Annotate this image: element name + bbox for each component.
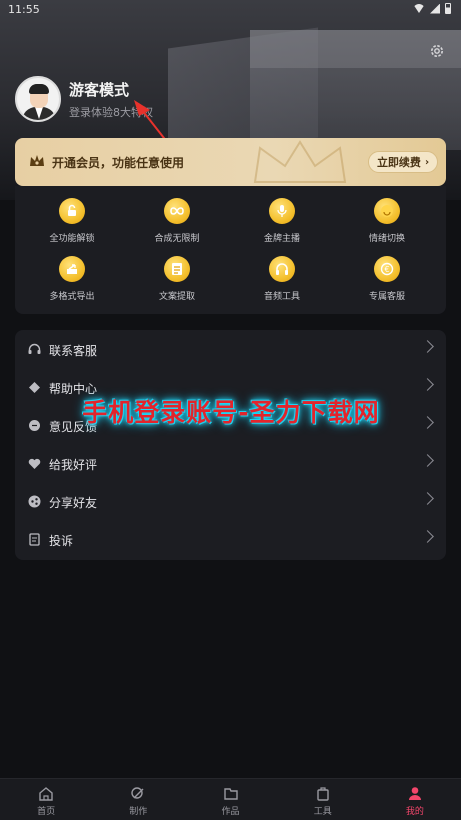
heart-icon xyxy=(28,458,41,469)
tab-home[interactable]: 首页 xyxy=(0,779,92,820)
menu-label: 投诉 xyxy=(49,534,74,548)
service-icon: € xyxy=(374,256,400,282)
feature-label: 文案提取 xyxy=(158,292,195,302)
settings-button[interactable] xyxy=(428,42,446,60)
feature-label: 合成无限制 xyxy=(154,234,200,244)
chevron-right-icon xyxy=(421,416,434,429)
status-bar: 11:55 xyxy=(0,0,461,20)
profile-name: 游客模式 xyxy=(69,80,130,99)
document-icon xyxy=(164,256,190,282)
chevron-right-icon xyxy=(421,378,434,391)
tab-mine[interactable]: 我的 xyxy=(369,779,461,820)
signal-icon xyxy=(430,3,440,14)
feature-item[interactable]: 多格式导出 xyxy=(20,256,124,308)
watermark-text: 手机登录账号-圣力下载网 xyxy=(82,398,380,427)
tab-label: 我的 xyxy=(405,807,424,817)
feature-label: 音频工具 xyxy=(263,292,300,302)
feature-item[interactable]: € 专属客服 xyxy=(335,256,439,308)
tab-tools[interactable]: 工具 xyxy=(277,779,369,820)
renew-button[interactable]: 立即续费 › xyxy=(368,151,438,173)
tab-label: 作品 xyxy=(221,807,240,817)
chevron-right-icon xyxy=(421,492,434,505)
renew-button-label: 立即续费 xyxy=(376,156,421,169)
profile-info: 游客模式 登录体验8大特权 xyxy=(69,79,153,120)
menu-label: 联系客服 xyxy=(49,344,98,358)
menu-item-share[interactable]: 分享好友 xyxy=(15,482,446,520)
headset-icon xyxy=(28,343,41,354)
feature-label: 多格式导出 xyxy=(49,292,95,302)
vip-promo-text: 开通会员，功能任意使用 xyxy=(52,156,185,170)
vip-banner[interactable]: 开通会员，功能任意使用 立即续费 › xyxy=(15,138,446,186)
tab-label: 工具 xyxy=(313,807,332,817)
export-icon xyxy=(59,256,85,282)
profile-card[interactable]: 游客模式 登录体验8大特权 xyxy=(15,75,153,123)
feature-label: 金牌主播 xyxy=(263,234,300,244)
status-icons xyxy=(413,3,451,14)
tab-label: 制作 xyxy=(129,807,148,817)
crown-icon xyxy=(30,155,44,166)
share-icon xyxy=(28,495,41,508)
crown-watermark-icon xyxy=(253,140,347,183)
feature-item[interactable]: 文案提取 xyxy=(125,256,229,308)
bottom-tab-bar: 首页 制作 作品 工具 我的 xyxy=(0,778,461,820)
feature-label: 情绪切换 xyxy=(368,234,405,244)
feature-grid: 全功能解锁 合成无限制 金牌主播 情绪切换 多格式导出 文案提取 音频工具 € … xyxy=(15,186,446,314)
lock-icon xyxy=(59,198,85,224)
feedback-icon xyxy=(29,420,40,431)
folder-icon xyxy=(222,785,240,801)
profile-subtitle[interactable]: 登录体验8大特权 xyxy=(69,104,153,120)
battery-icon xyxy=(445,3,451,14)
svg-text:€: € xyxy=(384,265,389,274)
feature-item[interactable]: 情绪切换 xyxy=(335,198,439,250)
help-icon xyxy=(29,382,40,393)
tab-label: 首页 xyxy=(37,807,56,817)
create-icon xyxy=(129,785,147,801)
wifi-icon xyxy=(413,4,425,13)
microphone-icon xyxy=(269,198,295,224)
feature-label: 专属客服 xyxy=(368,292,405,302)
chevron-right-icon xyxy=(421,340,434,353)
gear-icon xyxy=(431,45,443,57)
menu-item-complaint[interactable]: 投诉 xyxy=(15,520,446,558)
feature-item[interactable]: 金牌主播 xyxy=(230,198,334,250)
home-icon xyxy=(37,785,55,801)
menu-item-rate-us[interactable]: 给我好评 xyxy=(15,444,446,482)
menu-label: 给我好评 xyxy=(49,458,98,472)
status-time: 11:55 xyxy=(8,3,40,16)
tab-create[interactable]: 制作 xyxy=(92,779,184,820)
avatar[interactable] xyxy=(15,76,61,122)
feature-item[interactable]: 全功能解锁 xyxy=(20,198,124,250)
chevron-right-icon: › xyxy=(424,156,430,168)
menu-label: 分享好友 xyxy=(49,496,98,510)
menu-item-contact-service[interactable]: 联系客服 xyxy=(15,330,446,368)
feature-item[interactable]: 合成无限制 xyxy=(125,198,229,250)
feature-label: 全功能解锁 xyxy=(49,234,95,244)
complaint-icon xyxy=(29,533,40,546)
user-icon xyxy=(406,785,424,801)
feature-item[interactable]: 音频工具 xyxy=(230,256,334,308)
headphones-icon xyxy=(269,256,295,282)
chevron-right-icon xyxy=(421,454,434,467)
smile-icon xyxy=(374,198,400,224)
tab-works[interactable]: 作品 xyxy=(184,779,276,820)
infinity-icon xyxy=(164,198,190,224)
settings-menu: 联系客服 帮助中心 意见反馈 给我好评 分享好友 投诉 xyxy=(15,330,446,560)
chevron-right-icon xyxy=(421,530,434,543)
toolbox-icon xyxy=(314,785,332,801)
